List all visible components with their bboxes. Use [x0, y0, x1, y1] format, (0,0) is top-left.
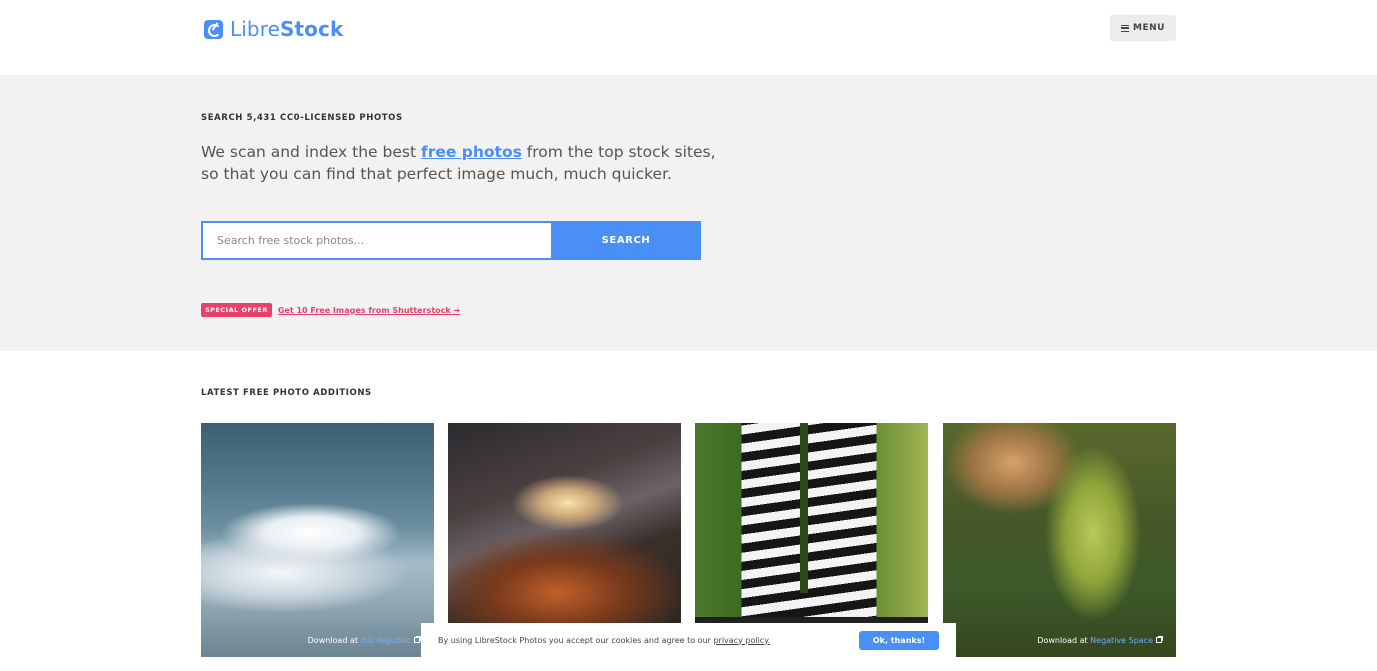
special-offer: SPECIAL OFFER Get 10 Free Images from Sh…: [201, 303, 460, 317]
cookie-banner: By using LibreStock Photos you accept ou…: [421, 623, 956, 657]
logo-text-bold: Stock: [279, 17, 344, 41]
privacy-policy-link[interactable]: privacy policy.: [713, 636, 770, 645]
photo-source-link[interactable]: ISO Republic: [361, 636, 411, 645]
photo-source-link[interactable]: Negative Space: [1090, 636, 1153, 645]
hamburger-icon: [1121, 24, 1130, 32]
credit-prefix: Download at: [307, 636, 361, 645]
intro-text: We scan and index the best free photos f…: [201, 141, 721, 185]
cookie-message: By using LibreStock Photos you accept ou…: [438, 635, 714, 645]
latest-additions-title: LATEST FREE PHOTO ADDITIONS: [201, 388, 372, 398]
logo[interactable]: LibreStock: [204, 17, 343, 41]
photo-detail: [800, 423, 808, 593]
logo-text-light: Libre: [230, 17, 280, 41]
search-button[interactable]: SEARCH: [551, 221, 701, 260]
search-input[interactable]: [201, 221, 551, 260]
site-header: LibreStock MENU: [0, 0, 1377, 75]
hero-section: SEARCH 5,431 CC0-LICENSED PHOTOS We scan…: [0, 75, 1377, 351]
photo-card-leaf[interactable]: Download at Negative Space: [943, 423, 1176, 657]
logo-icon: [204, 19, 223, 39]
free-photos-link[interactable]: free photos: [421, 143, 522, 161]
menu-button[interactable]: MENU: [1110, 15, 1176, 41]
shutterstock-offer-link[interactable]: Get 10 Free Images from Shutterstock ➔: [278, 306, 460, 315]
credit-prefix: Download at: [1037, 636, 1091, 645]
photo-card-striped-socks[interactable]: [695, 423, 928, 657]
photo-card-waves[interactable]: Download at ISO Republic: [201, 423, 434, 657]
cookie-accept-button[interactable]: Ok, thanks!: [859, 630, 939, 650]
cookie-text: By using LibreStock Photos you accept ou…: [438, 636, 859, 645]
intro-before: We scan and index the best: [201, 143, 421, 161]
photo-credit: Download at ISO Republic: [307, 636, 421, 645]
logo-text: LibreStock: [230, 17, 343, 41]
search-form: SEARCH: [201, 221, 701, 260]
photo-credit: Download at Negative Space: [1037, 636, 1163, 645]
photo-card-autumn-path[interactable]: [448, 423, 681, 657]
external-link-icon: [1156, 636, 1163, 643]
photo-count-heading: SEARCH 5,431 CC0-LICENSED PHOTOS: [201, 113, 403, 123]
menu-label: MENU: [1133, 23, 1165, 33]
external-link-icon: [414, 636, 421, 643]
special-offer-badge: SPECIAL OFFER: [201, 303, 272, 317]
